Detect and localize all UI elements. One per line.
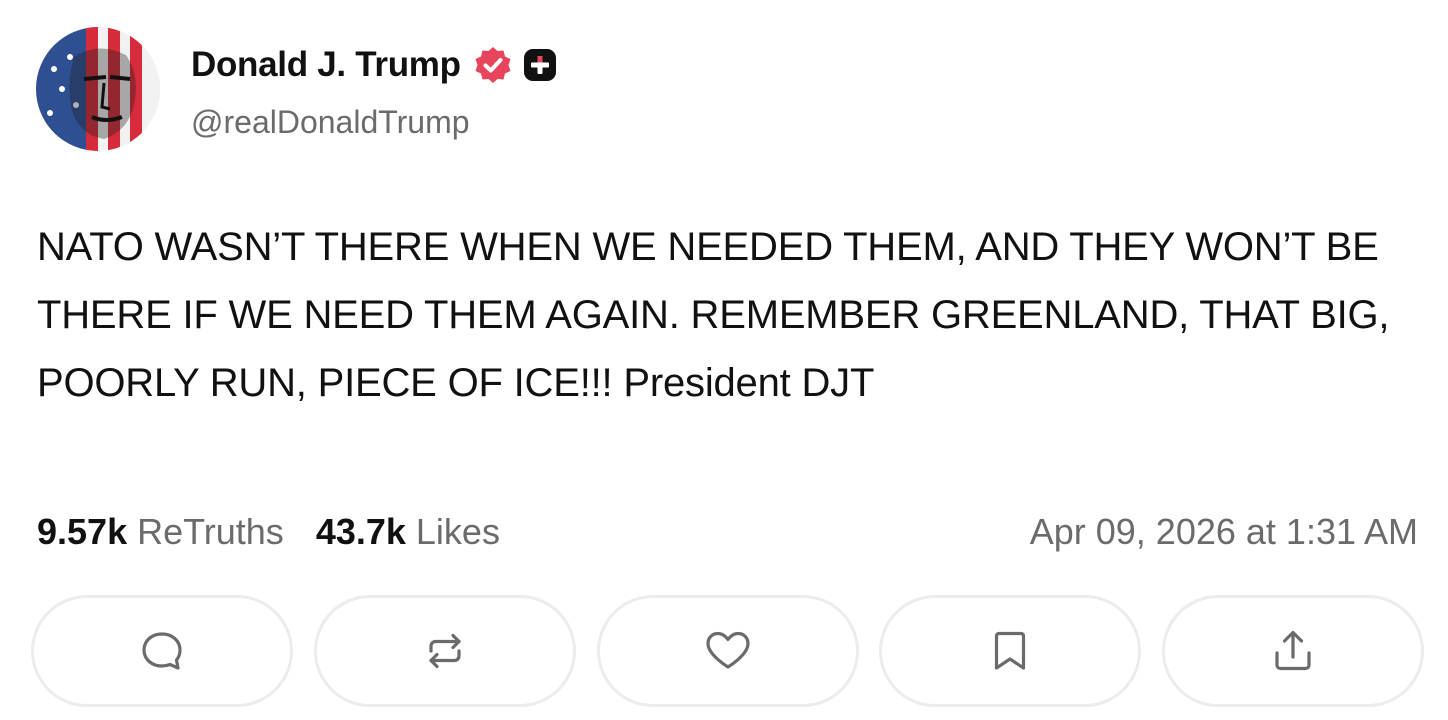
bookmark-button[interactable]	[879, 595, 1142, 707]
repost-icon	[429, 633, 461, 669]
likes-stat[interactable]: 43.7k Likes	[316, 511, 500, 553]
post-timestamp[interactable]: Apr 09, 2026 at 1:31 AM	[1030, 508, 1418, 556]
share-icon	[1275, 630, 1311, 671]
retruths-stat[interactable]: 9.57k ReTruths	[37, 511, 284, 553]
share-button[interactable]	[1162, 595, 1424, 707]
action-bar	[31, 595, 1424, 707]
bookmark-icon	[995, 631, 1026, 670]
plus-badge-icon	[523, 48, 557, 82]
likes-count: 43.7k	[315, 511, 406, 552]
likes-label: Likes	[415, 511, 500, 552]
user-handle[interactable]: @realDonaldTrump	[191, 104, 470, 141]
reply-button[interactable]	[31, 595, 293, 707]
retruths-count: 9.57k	[37, 511, 128, 552]
retruth-button[interactable]	[313, 595, 576, 707]
author-row: Donald J. Trump	[191, 42, 557, 88]
post-stats: 9.57k ReTruths 43.7k Likes	[37, 508, 500, 556]
heart-icon	[705, 631, 750, 669]
avatar-image	[36, 27, 160, 151]
retruths-label: ReTruths	[137, 511, 284, 552]
post-text: NATO WASN’T THERE WHEN WE NEEDED THEM, A…	[37, 225, 1390, 405]
like-button[interactable]	[596, 595, 859, 707]
comment-icon	[142, 632, 182, 670]
avatar[interactable]	[36, 27, 160, 151]
display-name[interactable]: Donald J. Trump	[191, 45, 461, 85]
verified-badge-icon	[473, 45, 513, 85]
